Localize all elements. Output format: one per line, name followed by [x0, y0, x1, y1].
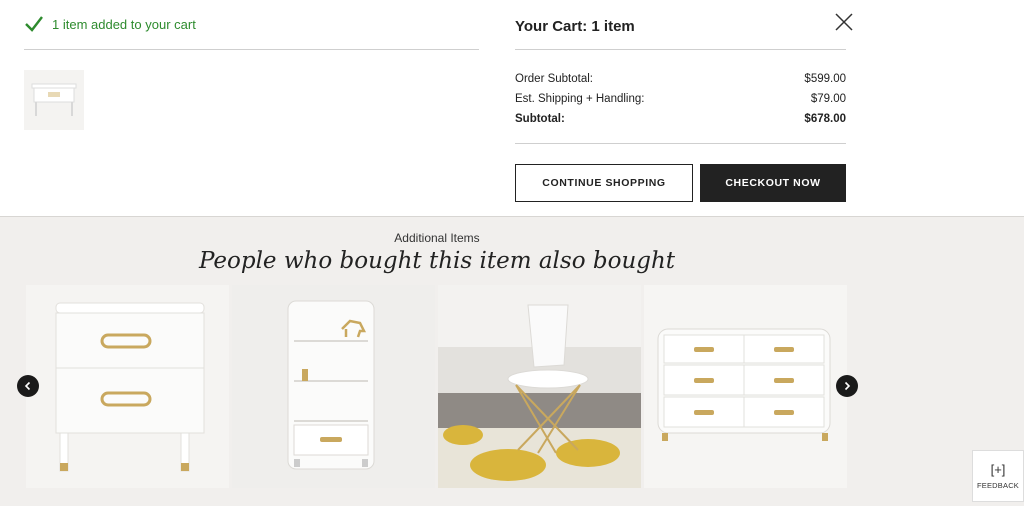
order-subtotal-value: $599.00 — [804, 73, 846, 85]
shipping-value: $79.00 — [810, 93, 846, 105]
subtotal-label: Subtotal: — [515, 113, 565, 125]
checkmark-icon — [25, 16, 43, 32]
product-carousel — [26, 285, 847, 488]
cart-item-thumbnail[interactable] — [24, 70, 84, 130]
added-to-cart-message: 1 item added to your cart — [24, 14, 196, 34]
recommendations-heading: People who bought this item also bought — [198, 248, 676, 274]
cart-title: Your Cart: 1 item — [515, 18, 635, 35]
checkout-now-button[interactable]: CHECKOUT NOW — [700, 164, 846, 202]
divider — [515, 49, 846, 50]
order-subtotal-label: Order Subtotal: — [515, 73, 593, 85]
product-card-chair[interactable] — [438, 285, 641, 488]
nightstand-image — [55, 302, 205, 472]
close-icon — [835, 13, 853, 31]
chevron-left-icon — [24, 381, 31, 391]
product-card-nightstand[interactable] — [26, 285, 229, 488]
chair-image — [438, 285, 641, 488]
desk-image — [31, 83, 77, 116]
close-button[interactable] — [834, 12, 854, 32]
bookcase-image — [287, 300, 375, 470]
dresser-image — [657, 328, 831, 441]
additional-items-label: Additional Items — [394, 231, 480, 245]
feedback-button[interactable]: [+] FEEDBACK — [972, 450, 1024, 502]
carousel-next-button[interactable] — [836, 375, 858, 397]
feedback-label: FEEDBACK — [976, 481, 1020, 490]
carousel-prev-button[interactable] — [17, 375, 39, 397]
subtotal-value: $678.00 — [804, 113, 846, 125]
added-message-text: 1 item added to your cart — [52, 16, 196, 32]
cart-confirmation-panel: 1 item added to your cart Your Cart: 1 i… — [0, 0, 1024, 217]
product-card-dresser[interactable] — [644, 285, 847, 488]
continue-shopping-button[interactable]: CONTINUE SHOPPING — [515, 164, 693, 202]
chevron-right-icon — [844, 381, 851, 391]
subtotal-row: Subtotal: $678.00 — [515, 113, 846, 125]
divider — [515, 143, 846, 144]
shipping-row: Est. Shipping + Handling: $79.00 — [515, 93, 846, 105]
divider — [24, 49, 479, 50]
feedback-icon: [+] — [990, 462, 1006, 477]
product-card-bookcase[interactable] — [232, 285, 435, 488]
order-subtotal-row: Order Subtotal: $599.00 — [515, 73, 846, 85]
shipping-label: Est. Shipping + Handling: — [515, 93, 645, 105]
